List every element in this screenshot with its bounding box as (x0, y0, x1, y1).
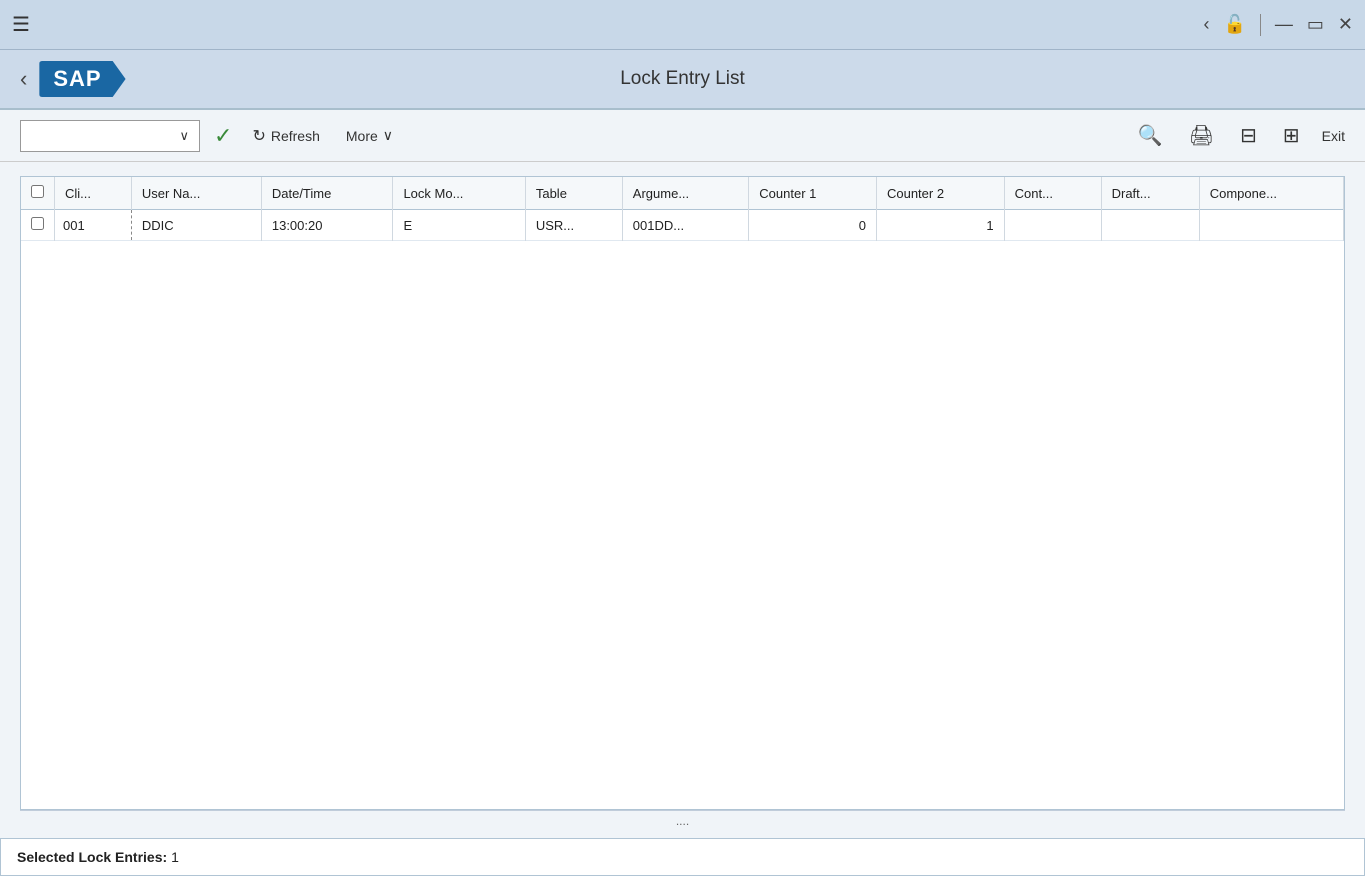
col-header-cont[interactable]: Cont... (1004, 177, 1101, 210)
select-all-checkbox[interactable] (31, 185, 44, 198)
refresh-label: Refresh (271, 128, 320, 144)
row-datetime: 13:00:20 (261, 210, 393, 241)
lock-icon: 🔓 (1223, 14, 1245, 35)
row-counter2: 1 (876, 210, 1004, 241)
row-argument: 001DD... (622, 210, 748, 241)
col-header-datetime[interactable]: Date/Time (261, 177, 393, 210)
col-header-draft[interactable]: Draft... (1101, 177, 1199, 210)
lock-entries-table: Cli... User Na... Date/Time Lock Mo... T… (21, 177, 1344, 241)
dropdown-arrow-icon: ∨ (179, 128, 189, 144)
refresh-button[interactable]: ↻ Refresh (246, 122, 325, 150)
col-header-username[interactable]: User Na... (131, 177, 261, 210)
col-header-table[interactable]: Table (525, 177, 622, 210)
more-button[interactable]: More ∨ (340, 123, 399, 148)
col-header-checkbox (21, 177, 55, 210)
row-cont (1004, 210, 1101, 241)
row-lockmode: E (393, 210, 525, 241)
title-bar-left: ☰ (12, 12, 30, 37)
title-bar-divider (1260, 14, 1261, 36)
scroll-hint: .... (20, 810, 1345, 831)
print-button[interactable]: 🖨 (1185, 121, 1218, 150)
row-username: DDIC (131, 210, 261, 241)
row-table: USR... (525, 210, 622, 241)
col-header-client[interactable]: Cli... (55, 177, 132, 210)
title-bar-right: ‹ 🔓 — ▭ ✕ (1203, 14, 1353, 36)
search-button[interactable]: 🔍 (1134, 121, 1167, 150)
refresh-icon: ↻ (252, 126, 265, 146)
back-nav-icon[interactable]: ‹ (1203, 14, 1209, 35)
expand-button[interactable]: ⊟ (1236, 121, 1261, 150)
footer: Selected Lock Entries: 1 (0, 838, 1365, 876)
more-label: More (346, 128, 378, 144)
page-title: Lock Entry List (620, 68, 745, 90)
exit-button[interactable]: Exit (1322, 128, 1345, 144)
col-header-lockmode[interactable]: Lock Mo... (393, 177, 525, 210)
toolbar-right: 🔍 🖨 ⊟ ⊞ Exit (1134, 121, 1345, 150)
table-row[interactable]: 001DDIC13:00:20EUSR...001DD...01 (21, 210, 1344, 241)
row-draft (1101, 210, 1199, 241)
row-client: 001 (55, 210, 132, 241)
confirm-button[interactable]: ✓ (214, 123, 232, 149)
row-checkbox[interactable] (31, 217, 44, 230)
row-component (1199, 210, 1343, 241)
sap-header: ‹ SAP Lock Entry List (0, 50, 1365, 110)
table-container: Cli... User Na... Date/Time Lock Mo... T… (20, 176, 1345, 810)
row-checkbox-cell[interactable] (21, 210, 55, 241)
sap-back-button[interactable]: ‹ (20, 66, 27, 92)
hamburger-icon[interactable]: ☰ (12, 12, 30, 37)
col-header-counter1[interactable]: Counter 1 (749, 177, 877, 210)
footer-label: Selected Lock Entries: (17, 849, 167, 865)
toolbar: ∨ ✓ ↻ Refresh More ∨ 🔍 🖨 ⊟ ⊞ Exit (0, 110, 1365, 162)
col-header-argument[interactable]: Argume... (622, 177, 748, 210)
toolbar-dropdown[interactable]: ∨ (20, 120, 200, 152)
more-arrow-icon: ∨ (383, 127, 393, 144)
row-counter1: 0 (749, 210, 877, 241)
maximize-icon[interactable]: ▭ (1307, 14, 1324, 35)
title-bar: ☰ ‹ 🔓 — ▭ ✕ (0, 0, 1365, 50)
sap-logo: SAP (39, 61, 125, 97)
collapse-button[interactable]: ⊞ (1279, 121, 1304, 150)
col-header-component[interactable]: Compone... (1199, 177, 1343, 210)
minimize-icon[interactable]: — (1275, 14, 1293, 35)
table-header-row: Cli... User Na... Date/Time Lock Mo... T… (21, 177, 1344, 210)
col-header-counter2[interactable]: Counter 2 (876, 177, 1004, 210)
footer-value: 1 (171, 849, 179, 865)
close-icon[interactable]: ✕ (1338, 14, 1353, 35)
main-content: Cli... User Na... Date/Time Lock Mo... T… (0, 162, 1365, 824)
